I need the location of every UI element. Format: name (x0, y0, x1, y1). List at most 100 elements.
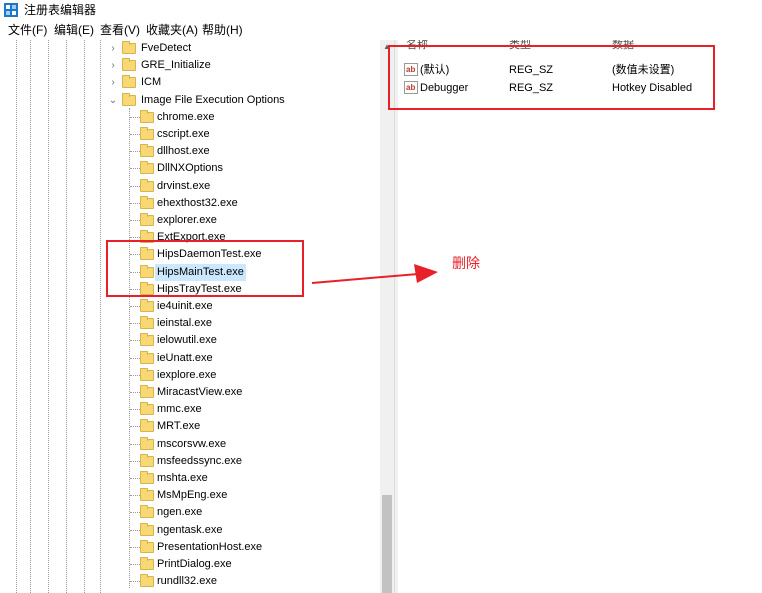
tree-item-dllhost-exe[interactable]: dllhost.exe (0, 143, 380, 160)
folder-icon (140, 127, 154, 140)
tree-item-label: ngen.exe (157, 506, 203, 519)
folder-icon (140, 522, 154, 536)
folder-icon (140, 350, 154, 364)
tree-item-msfeedssync-exe[interactable]: msfeedssync.exe (0, 453, 380, 470)
tree-item-ehexthost32-exe[interactable]: ehexthost32.exe (0, 195, 380, 212)
tree-item-label: ielowutil.exe (157, 334, 217, 347)
window-title: 注册表编辑器 (24, 3, 97, 17)
values-list[interactable]: 名称 类型 数据 ab (默认) REG_SZ (数值未设置) ab Debug… (398, 40, 762, 593)
tree-item-label: ehexthost32.exe (157, 196, 238, 209)
tree-item-ngentask-exe[interactable]: ngentask.exe (0, 522, 380, 539)
tree-item-presentationhost-exe[interactable]: PresentationHost.exe (0, 539, 380, 556)
tree-item-iexplore-exe[interactable]: iexplore.exe (0, 367, 380, 384)
tree-item-dllnxoptions[interactable]: DllNXOptions (0, 160, 380, 177)
folder-icon (122, 75, 136, 89)
tree-item-mshta-exe[interactable]: mshta.exe (0, 470, 380, 487)
tree-item-explorer-exe[interactable]: explorer.exe (0, 212, 380, 229)
folder-icon (122, 41, 136, 54)
menu-favorites[interactable]: 收藏夹(A) (146, 23, 198, 37)
tree-item-ie4uinit-exe[interactable]: ie4uinit.exe (0, 298, 380, 315)
tree-item-chrome-exe[interactable]: chrome.exe (0, 109, 380, 126)
tree-item-fvedetect[interactable]: › FveDetect (0, 40, 380, 57)
tree-item-label: ngentask.exe (157, 523, 223, 536)
tree-item-label: ieUnatt.exe (157, 351, 213, 364)
folder-icon (140, 539, 154, 553)
folder-icon (140, 333, 154, 347)
folder-icon (140, 488, 154, 502)
tree-item-printdialog-exe[interactable]: PrintDialog.exe (0, 556, 380, 573)
tree-item-miracastview-exe[interactable]: MiracastView.exe (0, 384, 380, 401)
title-bar: 注册表编辑器 (0, 0, 762, 20)
chevron-right-icon[interactable]: › (108, 74, 118, 91)
folder-icon (140, 574, 154, 588)
tree-item-label: MRT.exe (157, 420, 201, 433)
folder-icon (140, 453, 154, 467)
tree-item-label: msfeedssync.exe (157, 454, 242, 467)
tree-item-label: MsMpEng.exe (157, 489, 228, 502)
tree-item-label: drvinst.exe (157, 179, 211, 192)
menu-bar: 文件(F) 编辑(E) 查看(V) 收藏夹(A) 帮助(H) (0, 20, 762, 40)
folder-icon (140, 144, 154, 158)
tree-item-drvinst-exe[interactable]: drvinst.exe (0, 178, 380, 195)
tree-item-mmc-exe[interactable]: mmc.exe (0, 401, 380, 418)
folder-icon (140, 471, 154, 484)
chevron-down-icon[interactable]: ⌄ (108, 92, 118, 109)
highlight-box-values (388, 45, 715, 110)
regedit-app-icon (4, 3, 18, 17)
folder-icon (140, 178, 154, 192)
folder-icon (122, 58, 136, 72)
tree-item-label: DllNXOptions (157, 162, 224, 175)
tree-item-image-file-execution-options[interactable]: ⌄ Image File Execution Options (0, 92, 380, 109)
tree-item-label: ieinstal.exe (157, 317, 213, 330)
chevron-right-icon[interactable]: › (108, 57, 118, 74)
tree-item-label: ie4uinit.exe (157, 300, 213, 312)
tree-item-label: mshta.exe (157, 472, 208, 484)
tree-item-label: cscript.exe (157, 128, 210, 140)
tree-item-mscorsvw-exe[interactable]: mscorsvw.exe (0, 436, 380, 453)
tree-item-label: ICM (141, 76, 162, 89)
delete-annotation-label: 删除 (452, 255, 480, 271)
tree-item-icm[interactable]: › ICM (0, 74, 380, 91)
folder-icon (140, 419, 154, 433)
tree-item-label: mmc.exe (157, 403, 202, 416)
folder-icon (140, 195, 154, 209)
tree-item-gre-initialize[interactable]: › GRE_Initialize (0, 57, 380, 74)
tree-item-msmpeng-exe[interactable]: MsMpEng.exe (0, 487, 380, 504)
folder-icon (140, 385, 154, 398)
folder-icon (140, 402, 154, 416)
tree-item-label: explorer.exe (157, 214, 217, 226)
registry-tree[interactable]: › FveDetect › GRE_Initialize › ICM ⌄ Image File… (0, 40, 380, 593)
folder-icon (140, 109, 154, 123)
tree-item-label: dllhost.exe (157, 145, 210, 158)
tree-item-label: PresentationHost.exe (157, 540, 263, 553)
menu-file[interactable]: 文件(F) (8, 23, 47, 37)
menu-view[interactable]: 查看(V) (100, 23, 140, 37)
tree-item-ieunatt-exe[interactable]: ieUnatt.exe (0, 350, 380, 367)
folder-icon (140, 557, 154, 570)
tree-scrollbar[interactable]: ▲ (380, 40, 394, 593)
tree-item-ielowutil-exe[interactable]: ielowutil.exe (0, 332, 380, 349)
folder-icon (140, 505, 154, 519)
tree-item-label: Image File Execution Options (141, 93, 285, 106)
tree-item-label: PrintDialog.exe (157, 558, 232, 570)
folder-icon (140, 367, 154, 381)
folder-icon (122, 92, 136, 106)
tree-item-ngen-exe[interactable]: ngen.exe (0, 504, 380, 521)
scrollbar-thumb[interactable] (382, 495, 392, 593)
tree-item-label: MiracastView.exe (157, 386, 243, 398)
folder-icon (140, 213, 154, 226)
folder-icon (140, 436, 154, 450)
tree-item-mrt-exe[interactable]: MRT.exe (0, 418, 380, 435)
folder-icon (140, 161, 154, 175)
chevron-right-icon[interactable]: › (108, 40, 118, 57)
tree-item-label: mscorsvw.exe (157, 437, 227, 450)
tree-item-label: FveDetect (141, 42, 192, 54)
tree-item-label: rundll32.exe (157, 575, 217, 588)
menu-edit[interactable]: 编辑(E) (54, 23, 94, 37)
tree-item-cscript-exe[interactable]: cscript.exe (0, 126, 380, 143)
tree-item-ieinstal-exe[interactable]: ieinstal.exe (0, 315, 380, 332)
tree-item-label: chrome.exe (157, 110, 215, 123)
highlight-box-hips-keys (106, 240, 304, 297)
tree-item-rundll32-exe[interactable]: rundll32.exe (0, 573, 380, 590)
menu-help[interactable]: 帮助(H) (202, 23, 243, 37)
